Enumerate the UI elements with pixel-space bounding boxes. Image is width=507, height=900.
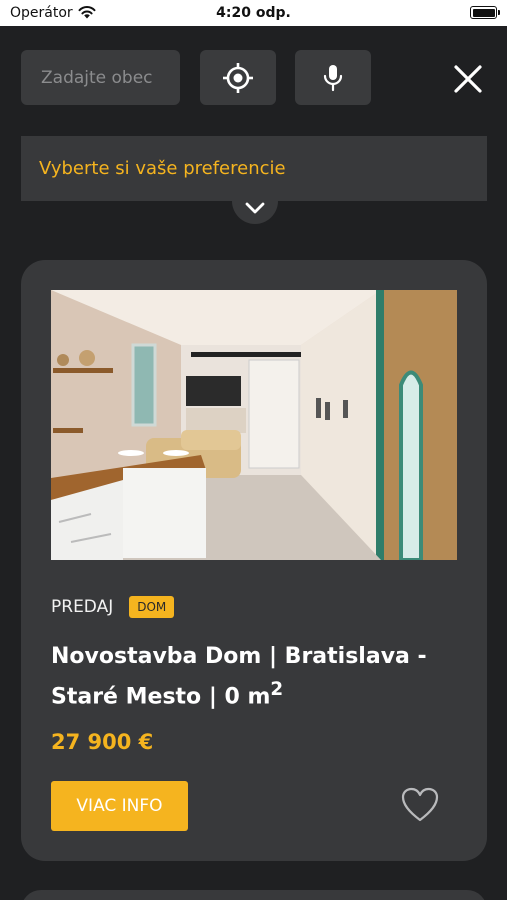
close-button[interactable] [445,56,491,102]
chevron-down-icon [245,202,265,214]
listing-title-text: Novostavba Dom | Bratislava - Staré Mest… [51,644,427,710]
listing-photo[interactable] [51,290,457,560]
deal-type-label: PREDAJ [51,597,114,617]
preferences-label: Vyberte si vaše preferencie [39,158,286,179]
status-bar: Operátor 4:20 odp. [0,0,507,26]
listing-meta: PREDAJ DOM [51,596,175,618]
crosshair-icon [223,62,253,93]
next-listing-card[interactable] [21,890,487,900]
interior-photo [51,290,457,560]
clock: 4:20 odp. [216,5,291,21]
voice-search-button[interactable] [295,50,371,105]
favorite-button[interactable] [401,787,439,827]
preferences-toggle[interactable] [232,182,278,224]
battery-icon [470,6,500,19]
property-type-badge: DOM [129,596,175,618]
locate-button[interactable] [200,50,276,105]
listing-price: 27 900 € [51,730,154,754]
search-field[interactable] [21,50,180,105]
more-info-button[interactable]: VIAC INFO [51,781,188,831]
search-input[interactable] [21,50,180,105]
heart-outline-icon [401,787,439,822]
microphone-icon [323,64,343,91]
close-icon [454,65,482,93]
listing-card[interactable]: PREDAJ DOM Novostavba Dom | Bratislava -… [21,260,487,861]
area-unit-superscript: 2 [270,679,284,700]
listing-title[interactable]: Novostavba Dom | Bratislava - Staré Mest… [51,640,461,713]
